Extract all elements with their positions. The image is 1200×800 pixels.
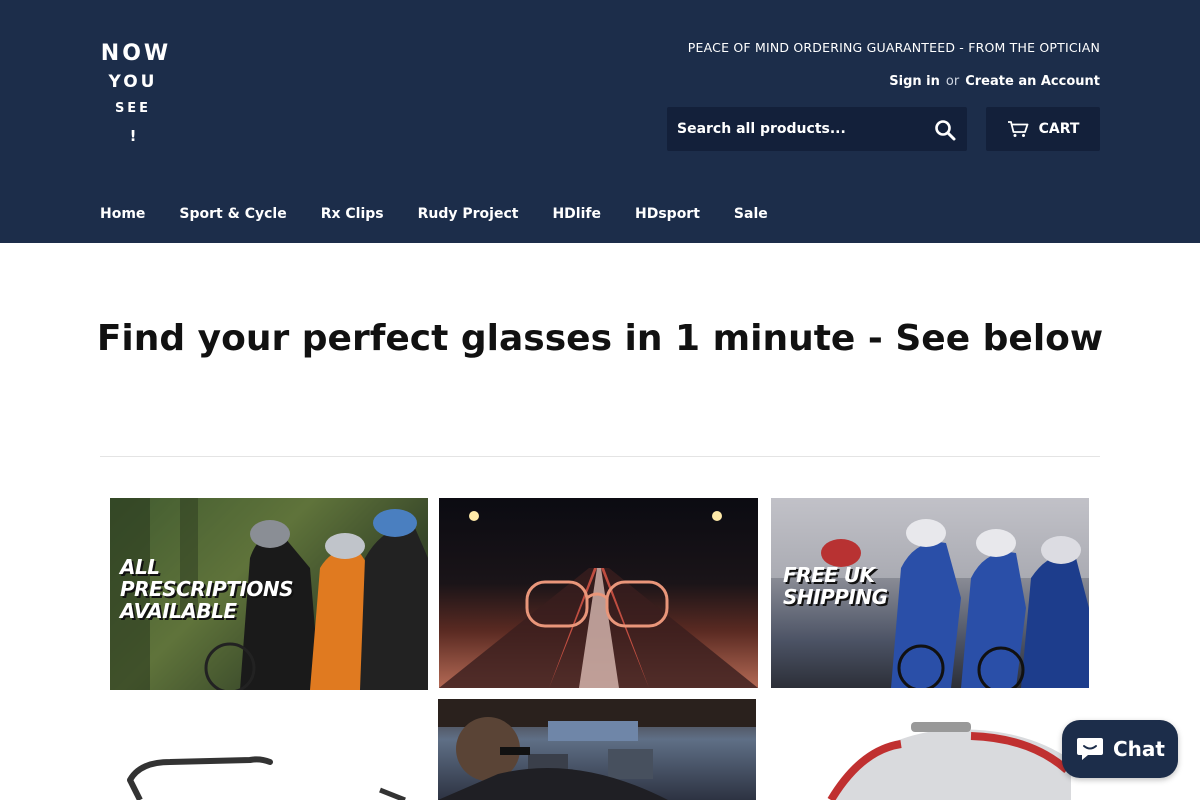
- promo-tile-driving[interactable]: [438, 699, 756, 800]
- promo-tile-night-glasses[interactable]: [439, 498, 758, 688]
- logo-line-1: NOW: [100, 41, 172, 66]
- section-divider: [100, 456, 1100, 457]
- create-account-link[interactable]: Create an Account: [965, 74, 1100, 89]
- chat-label: Chat: [1113, 737, 1165, 761]
- main-nav: Home Sport & Cycle Rx Clips Rudy Project…: [100, 206, 768, 222]
- promo-tile-sport-frames[interactable]: [110, 700, 428, 800]
- nav-item-sale[interactable]: Sale: [734, 206, 768, 222]
- nav-item-sport-cycle[interactable]: Sport & Cycle: [179, 206, 286, 222]
- header-tagline: PEACE OF MIND ORDERING GUARANTEED - FROM…: [687, 40, 1100, 55]
- search-input[interactable]: [667, 107, 917, 151]
- chat-button[interactable]: Chat: [1062, 720, 1178, 778]
- nav-item-hdsport[interactable]: HDsport: [635, 206, 700, 222]
- nav-item-hdlife[interactable]: HDlife: [552, 206, 601, 222]
- tile-overlay-text: ALL PRESCRIPTIONS AVAILABLE: [120, 555, 294, 623]
- search-form: [667, 107, 967, 151]
- tile-overlay-text: FREE UK SHIPPING: [783, 563, 888, 609]
- promo-tile-free-shipping[interactable]: FREE UK SHIPPING: [771, 498, 1089, 688]
- driving-image: [438, 699, 756, 800]
- site-header: NOW YOU SEE ! PEACE OF MIND ORDERING GUA…: [0, 0, 1200, 243]
- sign-in-link[interactable]: Sign in: [889, 74, 940, 89]
- cart-label: CART: [1038, 121, 1080, 137]
- chat-icon: [1077, 738, 1103, 760]
- account-links: Sign in or Create an Account: [889, 74, 1100, 89]
- logo-line-2: YOU: [108, 72, 158, 92]
- promo-tile-prescriptions[interactable]: ALL PRESCRIPTIONS AVAILABLE: [110, 498, 428, 690]
- nav-item-rudy-project[interactable]: Rudy Project: [418, 206, 519, 222]
- search-icon[interactable]: [933, 118, 957, 142]
- site-logo[interactable]: NOW YOU SEE !: [98, 40, 174, 150]
- promo-tile-rudy-project[interactable]: [771, 700, 1089, 800]
- nav-item-rx-clips[interactable]: Rx Clips: [321, 206, 384, 222]
- hero-title: Find your perfect glasses in 1 minute - …: [96, 318, 1104, 359]
- sunglasses-image: [127, 756, 406, 800]
- cart-icon: [1007, 121, 1028, 137]
- sport-sunglasses-image: [827, 722, 1071, 800]
- nav-item-home[interactable]: Home: [100, 206, 145, 222]
- logo-line-3: SEE: [114, 101, 152, 116]
- logo-line-4: !: [129, 127, 137, 145]
- or-separator: or: [945, 74, 960, 89]
- cart-button[interactable]: CART: [986, 107, 1100, 151]
- light-trails-image: [439, 511, 758, 688]
